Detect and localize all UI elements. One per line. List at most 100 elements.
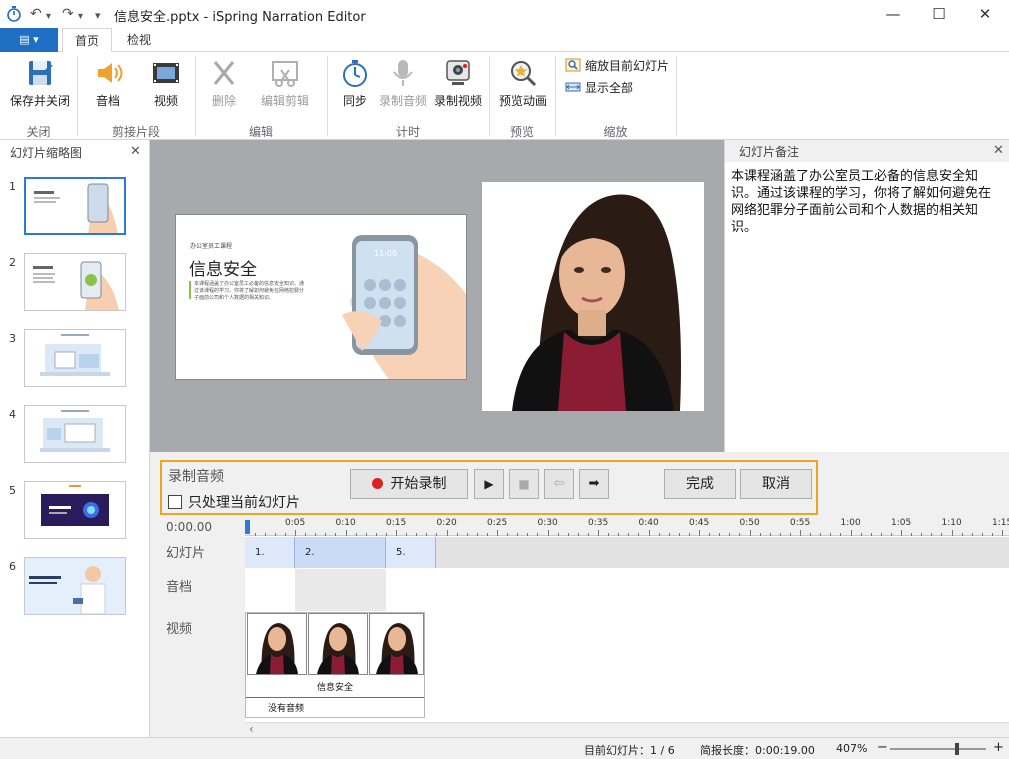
zoom-out-button[interactable]: − [877, 740, 888, 755]
add-video-button[interactable]: 视频 [146, 58, 186, 109]
ruler-tick [749, 530, 751, 536]
checkbox-box[interactable] [168, 495, 182, 509]
ruler-tick-label: 0:35 [588, 518, 609, 528]
slide-thumbnail-3[interactable] [24, 329, 126, 387]
play-button[interactable]: ▶ [474, 469, 504, 499]
ruler-tick-label: 0:25 [487, 518, 508, 528]
row-label-audio: 音档 [166, 580, 193, 595]
notes-text[interactable]: 本课程涵盖了办公室员工必备的信息安全知识。通过该课程的学习，你将了解如何避免在网… [731, 168, 1001, 236]
only-current-slide-checkbox[interactable]: 只处理当前幻灯片 [168, 492, 300, 512]
group-label-edit: 编辑 [248, 125, 273, 139]
ruler-minor-tick [608, 533, 610, 536]
start-recording-label: 开始录制 [390, 476, 447, 492]
undo-dropdown-icon[interactable]: ▾ [46, 8, 51, 26]
tab-view[interactable]: 检视 [115, 28, 163, 52]
ruler-tick [850, 530, 852, 536]
done-button[interactable]: 完成 [664, 469, 736, 499]
thumb-number: 5 [9, 484, 16, 497]
add-audio-button[interactable]: 音档 [88, 58, 128, 109]
scroll-left-arrow-icon[interactable]: ‹ [249, 722, 254, 736]
webcam-icon [442, 58, 474, 88]
slide-thumbnail-4[interactable] [24, 405, 126, 463]
sync-button[interactable]: 同步 [338, 58, 372, 109]
zoom-slider[interactable] [890, 743, 986, 755]
thumb-number: 1 [9, 180, 16, 193]
ruler-minor-tick [981, 533, 983, 536]
ruler-minor-tick [638, 533, 640, 536]
ribbon-tabs: ▤ ▾ 首页 检视 [0, 28, 1009, 53]
slide-thumbnail-6[interactable] [24, 557, 126, 615]
save-close-button[interactable]: 保存并关闭 [6, 58, 74, 109]
ruler-minor-tick [769, 533, 771, 536]
video-clip[interactable]: 信息安全 没有音频 [245, 612, 425, 718]
redo-icon[interactable]: ↷ [62, 5, 74, 23]
slide-segment-2[interactable]: 2. [295, 537, 386, 568]
ruler-minor-tick [385, 533, 387, 536]
close-notes-icon[interactable]: ✕ [993, 143, 1004, 158]
record-video-button[interactable]: 录制视频 [432, 58, 484, 109]
zoom-in-button[interactable]: + [993, 740, 1004, 755]
ruler-minor-tick [527, 533, 529, 536]
tab-home[interactable]: 首页 [62, 28, 113, 53]
customize-toolbar-icon[interactable]: ▾ [95, 7, 101, 25]
ruler-tick-label: 1:05 [891, 518, 912, 528]
audio-track[interactable] [245, 569, 1009, 611]
slide-preview[interactable]: 办公室员工课程 信息安全 本课程涵盖了办公室员工必备的信息安全知识。通过该课程的… [175, 214, 467, 380]
magnifier-star-icon [507, 58, 539, 88]
ruler-tick [547, 530, 549, 536]
next-slide-button[interactable]: ➡ [579, 469, 609, 499]
ruler-tick [951, 530, 953, 536]
ruler-minor-tick [688, 533, 690, 536]
slide-segment-5[interactable]: 5. [386, 537, 436, 568]
timeline-horizontal-scrollbar[interactable]: ‹ [245, 722, 1009, 737]
zoom-current-slide-button[interactable]: 缩放目前幻灯片 [565, 57, 669, 74]
slides-track: 1. 2. 5. [245, 537, 1009, 568]
slide-thumbnail-2[interactable] [24, 253, 126, 311]
timeline-row-labels: 0:00.00 幻灯片 音档 视频 [150, 518, 245, 737]
close-thumbnails-icon[interactable]: ✕ [130, 144, 141, 159]
timeline-tracks[interactable]: 0:05 0:10 0:15 0:20 0:25 0:30 0:35 0:40 0:45 0:50… [245, 518, 1009, 737]
time-ruler[interactable]: 0:05 0:10 0:15 0:20 0:25 0:30 0:35 0:40 0:45 0:50… [245, 518, 1009, 536]
group-label-zoom: 缩放 [603, 125, 628, 139]
group-separator [676, 56, 677, 136]
slide-thumbnail-5[interactable] [24, 481, 126, 539]
slide-segment-1[interactable]: 1. [245, 537, 295, 568]
start-recording-button[interactable]: 开始录制 [350, 469, 468, 499]
ruler-minor-tick [810, 533, 812, 536]
ruler-minor-tick [820, 533, 822, 536]
undo-icon[interactable]: ↶ [30, 5, 42, 23]
ruler-minor-tick [678, 533, 680, 536]
zoom-slider-thumb[interactable] [955, 743, 960, 755]
preview-animation-button[interactable]: 预览动画 [496, 58, 550, 109]
slide-thumbnail-1[interactable] [24, 177, 126, 235]
previous-slide-button[interactable]: ⇦ [544, 469, 574, 499]
record-audio-label: 录制音频 [378, 94, 427, 108]
webcam-preview [482, 182, 704, 411]
show-all-button[interactable]: 显示全部 [565, 79, 633, 96]
delete-button[interactable]: 删除 [204, 58, 244, 109]
ruler-minor-tick [779, 533, 781, 536]
fit-all-icon [565, 80, 581, 94]
zoom-percent: 407% [836, 742, 868, 755]
ruler-tick [295, 530, 296, 536]
cancel-button[interactable]: 取消 [740, 469, 812, 499]
redo-dropdown-icon[interactable]: ▾ [78, 8, 83, 26]
edit-clip-button[interactable]: 编辑剪辑 [256, 58, 314, 109]
ruler-minor-tick [830, 533, 832, 536]
ruler-minor-tick [911, 533, 913, 536]
file-menu-button[interactable]: ▤ ▾ [0, 28, 58, 52]
presentation-duration-status: 简报长度：0:00:19.00 [700, 744, 815, 757]
ruler-tick [699, 530, 700, 536]
close-window-button[interactable]: ✕ [962, 0, 1008, 28]
ruler-minor-tick [466, 533, 468, 536]
minimize-button[interactable]: — [870, 0, 916, 28]
thumbnails-panel-title: 幻灯片缩略图 [10, 146, 83, 160]
ruler-minor-tick [476, 533, 478, 536]
ruler-minor-tick [557, 533, 559, 536]
maximize-button[interactable]: ☐ [916, 0, 962, 28]
stop-button[interactable]: ■ [509, 469, 539, 499]
playhead-marker[interactable] [245, 520, 250, 534]
record-audio-button[interactable]: 录制音频 [377, 58, 429, 109]
slide-body: 本课程涵盖了办公室员工必备的信息安全知识。通过该课程的学习，你将了解如何避免在网… [194, 281, 305, 301]
zoom-slide-icon [565, 58, 581, 72]
